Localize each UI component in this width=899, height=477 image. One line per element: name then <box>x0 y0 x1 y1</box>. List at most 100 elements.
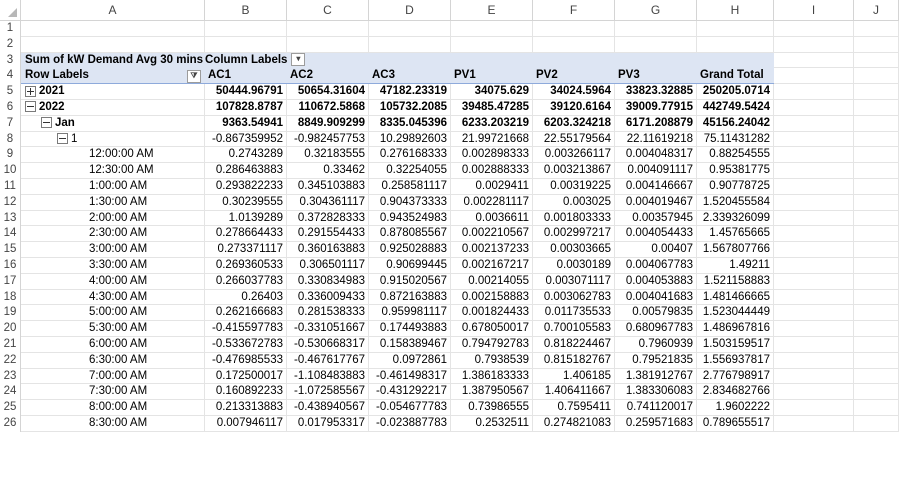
value-cell[interactable]: 0.2532511 <box>451 415 533 432</box>
pivot-column-header[interactable]: AC1 <box>205 68 287 85</box>
column-header-a[interactable]: A <box>21 0 205 20</box>
expand-plus-icon[interactable] <box>25 85 36 97</box>
row-header[interactable]: 10 <box>0 163 21 179</box>
value-cell[interactable]: 0.00319225 <box>533 178 615 195</box>
value-cell[interactable]: 1.0139289 <box>205 210 287 227</box>
value-cell[interactable]: 0.269360533 <box>205 257 287 274</box>
value-cell[interactable]: 9363.54941 <box>205 115 287 132</box>
row-header[interactable]: 24 <box>0 384 21 401</box>
cell[interactable] <box>774 305 854 322</box>
value-cell[interactable]: 0.274821083 <box>533 415 615 432</box>
value-cell[interactable]: 0.00303665 <box>533 242 615 258</box>
cell[interactable] <box>774 415 854 432</box>
column-header-e[interactable]: E <box>451 0 533 20</box>
row-header[interactable]: 18 <box>0 289 21 306</box>
value-cell[interactable]: 0.259571683 <box>615 415 697 432</box>
cell[interactable] <box>533 52 615 69</box>
value-cell[interactable]: 0.276168333 <box>369 147 451 164</box>
value-cell[interactable]: 1.523044449 <box>697 305 774 322</box>
value-cell[interactable]: 0.001824433 <box>451 305 533 322</box>
cell[interactable] <box>205 36 287 53</box>
pivot-column-header[interactable]: PV1 <box>451 68 533 85</box>
value-cell[interactable]: -0.530668317 <box>287 336 369 353</box>
row-header[interactable]: 11 <box>0 178 21 195</box>
row-header[interactable]: 19 <box>0 305 21 322</box>
value-cell[interactable]: 0.266037783 <box>205 273 287 290</box>
row-label[interactable]: 2021 <box>21 84 205 100</box>
value-cell[interactable]: 1.49211 <box>697 257 774 274</box>
row-label[interactable]: 5:00:00 AM <box>21 305 205 322</box>
value-cell[interactable]: 8849.909299 <box>287 115 369 132</box>
column-header-j[interactable]: J <box>854 0 899 20</box>
row-label[interactable]: 7:30:00 AM <box>21 384 205 401</box>
row-label[interactable]: 6:00:00 AM <box>21 336 205 353</box>
cell[interactable] <box>774 226 854 243</box>
cell[interactable] <box>774 273 854 290</box>
value-cell[interactable]: 2.776798917 <box>697 368 774 385</box>
value-cell[interactable]: 0.281538333 <box>287 305 369 322</box>
cell[interactable] <box>615 52 697 69</box>
value-cell[interactable]: 8335.045396 <box>369 115 451 132</box>
value-cell[interactable]: 0.293822233 <box>205 178 287 195</box>
value-cell[interactable]: 33823.32885 <box>615 84 697 100</box>
value-cell[interactable]: 0.002281117 <box>451 194 533 211</box>
cell[interactable] <box>774 368 854 385</box>
value-cell[interactable]: 1.387950567 <box>451 384 533 401</box>
row-label[interactable]: 5:30:00 AM <box>21 321 205 337</box>
value-cell[interactable]: 0.925028883 <box>369 242 451 258</box>
value-cell[interactable]: 0.7595411 <box>533 400 615 416</box>
row-label[interactable]: 7:00:00 AM <box>21 368 205 385</box>
row-header[interactable]: 7 <box>0 115 21 132</box>
cell[interactable] <box>615 36 697 53</box>
column-labels-header[interactable]: Column Labels ▾ <box>205 52 306 69</box>
pivot-title[interactable]: Sum of kW Demand Avg 30 mins <box>21 52 205 69</box>
value-cell[interactable]: 0.73986555 <box>451 400 533 416</box>
cell[interactable] <box>854 336 899 353</box>
row-header[interactable]: 8 <box>0 131 21 148</box>
value-cell[interactable]: 1.45765665 <box>697 226 774 243</box>
cell[interactable] <box>854 147 899 164</box>
cell[interactable] <box>774 115 854 132</box>
cell[interactable] <box>854 273 899 290</box>
row-header[interactable]: 13 <box>0 210 21 227</box>
value-cell[interactable]: -1.072585567 <box>287 384 369 401</box>
value-cell[interactable]: 0.286463883 <box>205 163 287 179</box>
pivot-column-header[interactable]: Grand Total <box>697 68 774 85</box>
value-cell[interactable]: 0.815182767 <box>533 352 615 369</box>
cell[interactable] <box>854 99 899 116</box>
value-cell[interactable]: 0.00214055 <box>451 273 533 290</box>
row-label[interactable]: 1:30:00 AM <box>21 194 205 211</box>
value-cell[interactable]: 0.00579835 <box>615 305 697 322</box>
cell[interactable] <box>451 52 533 69</box>
column-header-d[interactable]: D <box>369 0 451 20</box>
cell[interactable] <box>854 163 899 179</box>
cell[interactable] <box>854 21 899 37</box>
row-header[interactable]: 6 <box>0 99 21 116</box>
cell[interactable] <box>854 242 899 258</box>
value-cell[interactable]: 0.011735533 <box>533 305 615 322</box>
row-header[interactable]: 22 <box>0 352 21 369</box>
row-label[interactable]: 2:30:00 AM <box>21 226 205 243</box>
value-cell[interactable]: 110672.5868 <box>287 99 369 116</box>
value-cell[interactable]: 0.30239555 <box>205 194 287 211</box>
value-cell[interactable]: 0.330834983 <box>287 273 369 290</box>
value-cell[interactable]: 0.001803333 <box>533 210 615 227</box>
cell[interactable] <box>774 178 854 195</box>
value-cell[interactable]: 39485.47285 <box>451 99 533 116</box>
value-cell[interactable]: 0.915020567 <box>369 273 451 290</box>
row-header[interactable]: 23 <box>0 368 21 385</box>
row-label[interactable]: 2022 <box>21 99 205 116</box>
value-cell[interactable]: 10.29892603 <box>369 131 451 148</box>
cell[interactable] <box>774 242 854 258</box>
value-cell[interactable]: 0.680967783 <box>615 321 697 337</box>
value-cell[interactable]: 0.258581117 <box>369 178 451 195</box>
value-cell[interactable]: -0.415597783 <box>205 321 287 337</box>
cell[interactable] <box>615 21 697 37</box>
cell[interactable] <box>21 21 205 37</box>
value-cell[interactable]: -0.982457753 <box>287 131 369 148</box>
worksheet-grid[interactable]: 1 2 3 Sum of kW Demand Avg 30 mins Column La… <box>0 21 899 432</box>
value-cell[interactable]: 442749.5424 <box>697 99 774 116</box>
cell[interactable] <box>854 400 899 416</box>
value-cell[interactable]: 0.32183555 <box>287 147 369 164</box>
value-cell[interactable]: 0.004054433 <box>615 226 697 243</box>
